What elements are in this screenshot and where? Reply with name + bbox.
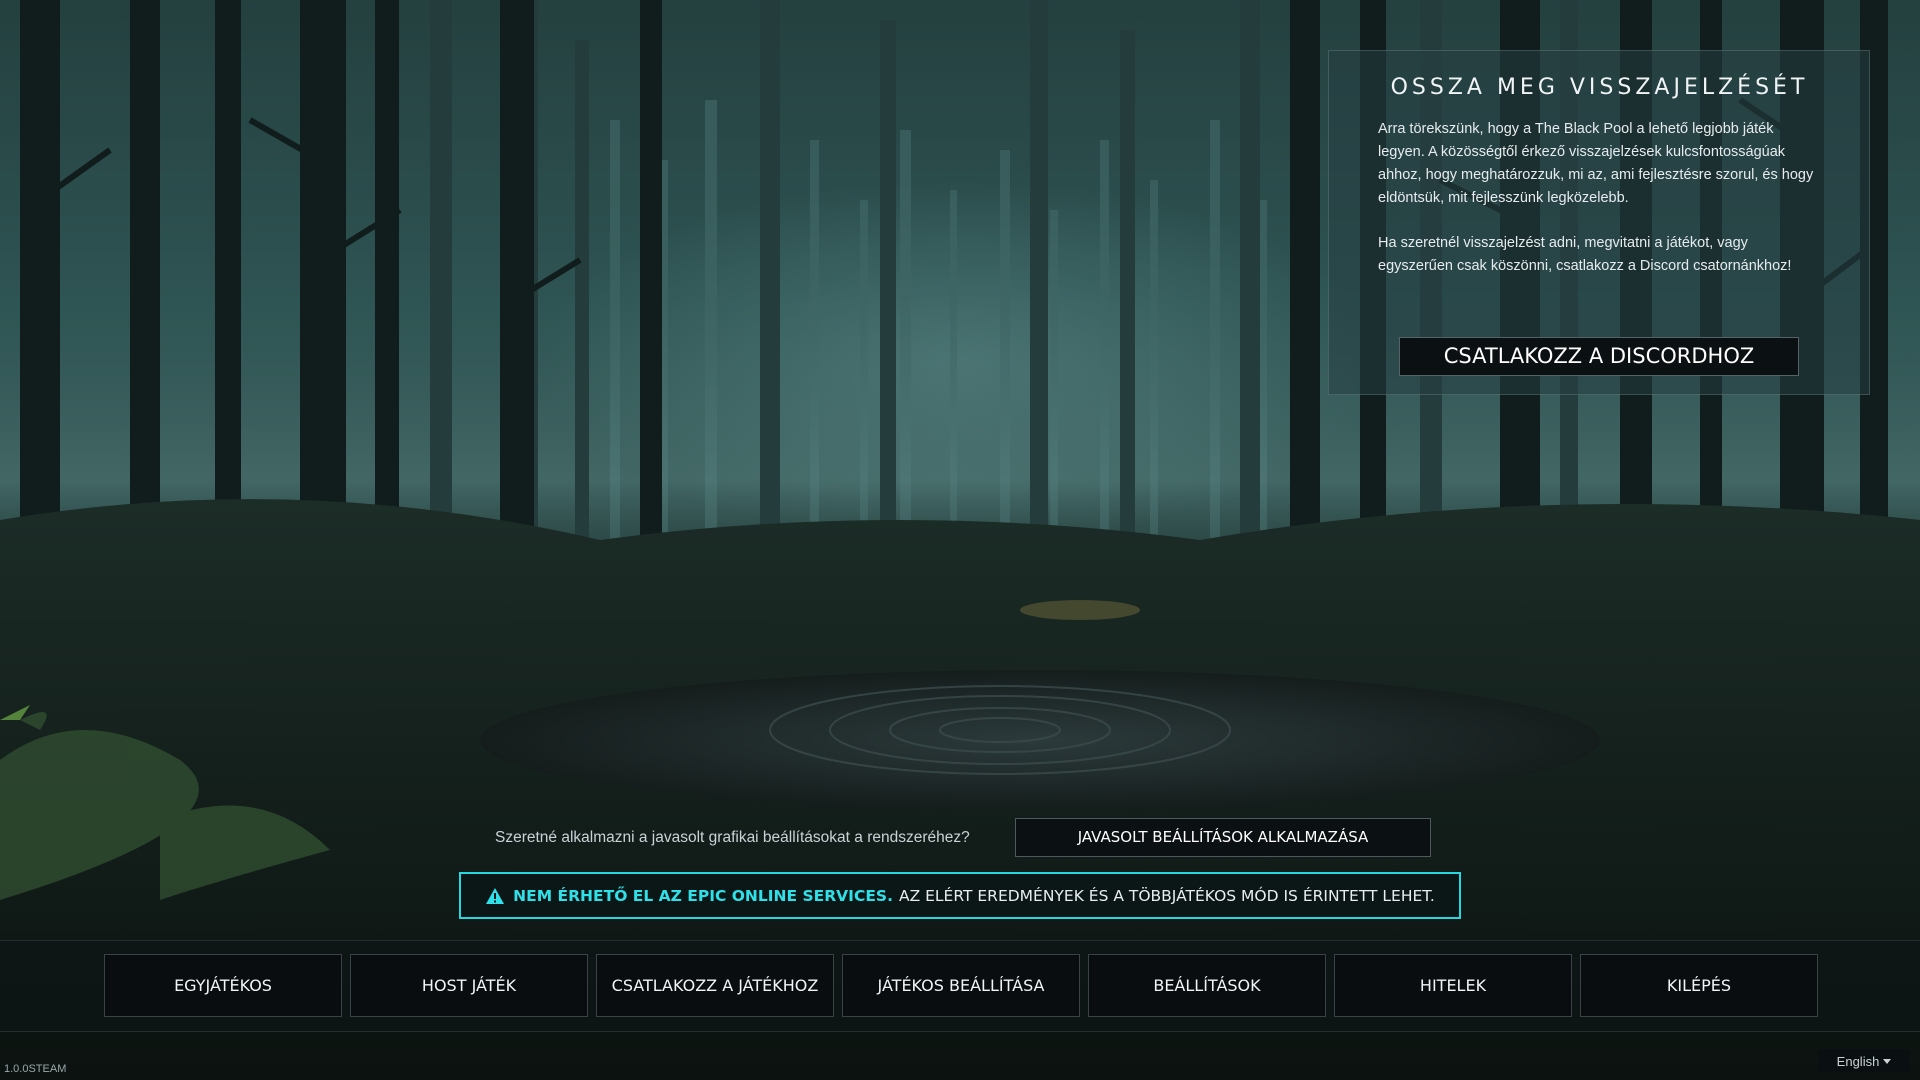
apply-recommended-settings-button[interactable]: JAVASOLT BEÁLLÍTÁSOK ALKALMAZÁSA xyxy=(1015,818,1431,857)
feedback-paragraph-2: Ha szeretnél visszajelzést adni, megvita… xyxy=(1378,235,1792,274)
join-game-button[interactable]: CSATLAKOZZ A JÁTÉKHOZ xyxy=(596,954,834,1017)
eos-warning-banner: NEM ÉRHETŐ EL AZ EPIC ONLINE SERVICES. A… xyxy=(459,872,1461,919)
recommended-settings-question: Szeretné alkalmazni a javasolt grafikai … xyxy=(495,828,970,846)
singleplayer-button[interactable]: EGYJÁTÉKOS xyxy=(104,954,342,1017)
player-setup-button[interactable]: JÁTÉKOS BEÁLLÍTÁSA xyxy=(842,954,1080,1017)
caret-down-icon xyxy=(1883,1058,1892,1064)
main-menu-bar: EGYJÁTÉKOS HOST JÁTÉK CSATLAKOZZ A JÁTÉK… xyxy=(0,940,1920,1032)
feedback-paragraph-1: Arra törekszünk, hogy a The Black Pool a… xyxy=(1378,121,1814,206)
language-select[interactable]: English xyxy=(1818,1049,1910,1073)
feedback-title: OSSZA MEG VISSZAJELZÉSÉT xyxy=(1390,75,1809,100)
quit-button[interactable]: KILÉPÉS xyxy=(1580,954,1818,1017)
main-menu-buttons: EGYJÁTÉKOS HOST JÁTÉK CSATLAKOZZ A JÁTÉK… xyxy=(104,954,1818,1017)
settings-button[interactable]: BEÁLLÍTÁSOK xyxy=(1088,954,1326,1017)
feedback-panel: OSSZA MEG VISSZAJELZÉSÉT Arra törekszünk… xyxy=(1328,50,1870,395)
warning-icon xyxy=(486,887,505,904)
language-select-value: English xyxy=(1836,1053,1880,1069)
host-game-button[interactable]: HOST JÁTÉK xyxy=(350,954,588,1017)
eos-warning-detail: AZ ELÉRT EREDMÉNYEK ÉS A TÖBBJÁTÉKOS MÓD… xyxy=(898,886,1435,905)
version-label: 1.0.0STEAM xyxy=(4,1063,67,1075)
credits-button[interactable]: HITELEK xyxy=(1334,954,1572,1017)
recommended-settings-row: Szeretné alkalmazni a javasolt grafikai … xyxy=(495,818,1431,857)
join-discord-button[interactable]: CSATLAKOZZ A DISCORDHOZ xyxy=(1399,337,1799,376)
eos-warning-title: NEM ÉRHETŐ EL AZ EPIC ONLINE SERVICES. xyxy=(513,886,893,905)
